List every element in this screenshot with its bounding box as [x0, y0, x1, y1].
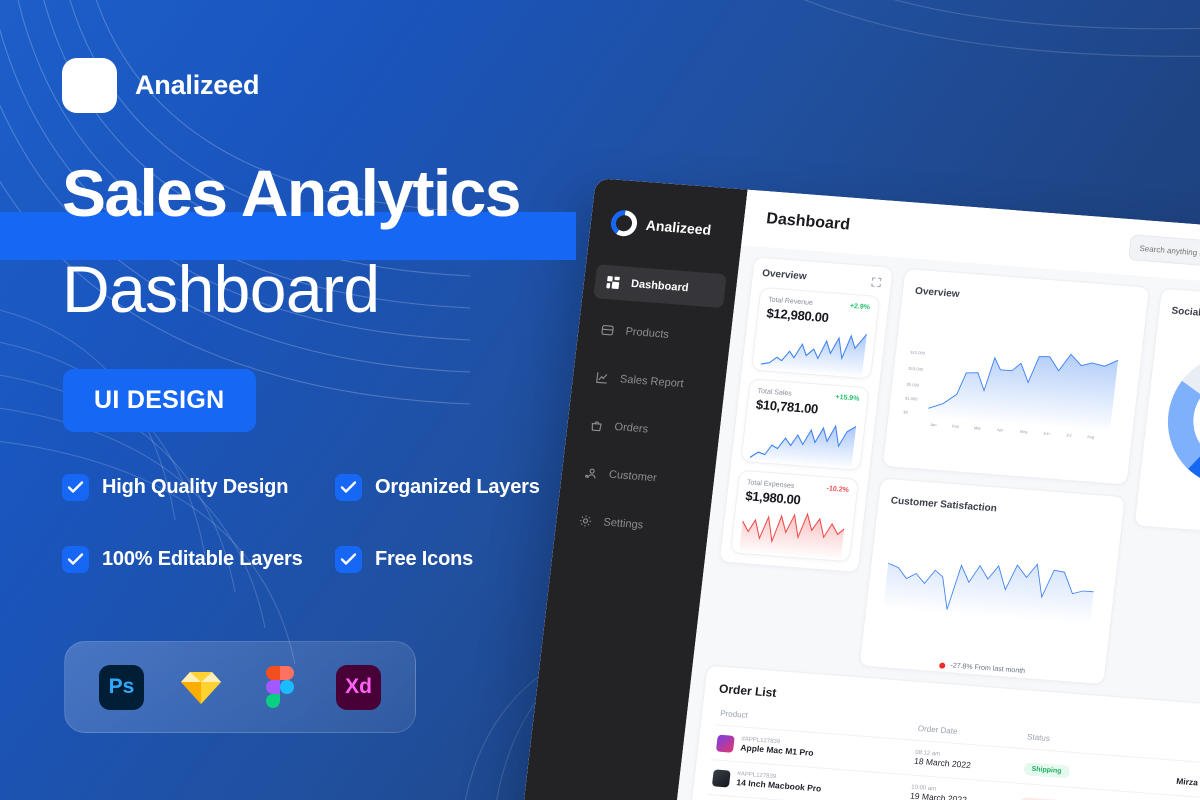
order-list-table: Product Order Date Status Customer — [702, 703, 1200, 800]
feature-item-editable-layers: 100% Editable Layers — [62, 546, 335, 573]
app-brand: Analizeed — [590, 178, 748, 245]
xtick-jun: Jun — [1043, 431, 1050, 436]
social-source-donut-chart — [1167, 352, 1200, 487]
headline-line-1: Sales Analytics — [62, 156, 521, 230]
stat-card-total-sales: Total Sales +15.9% $10,781.00 — [740, 378, 870, 471]
check-icon — [335, 546, 362, 573]
feature-item-high-quality-design: High Quality Design — [62, 474, 335, 501]
xtick-apr: Apr — [997, 427, 1005, 432]
status-badge: Shipping — [1022, 762, 1071, 779]
xtick-aug: Aug — [1087, 434, 1095, 440]
check-icon — [62, 474, 89, 501]
sparkline-total-revenue — [760, 333, 868, 378]
sidebar-item-dashboard[interactable]: Dashboard — [593, 264, 727, 309]
figma-icon — [257, 665, 302, 710]
feature-label: Organized Layers — [375, 476, 540, 498]
sidebar-item-label: Dashboard — [630, 277, 690, 295]
page-title: Dashboard — [765, 210, 851, 234]
overview-panel-title: Overview — [761, 268, 808, 283]
sidebar-item-label: Products — [624, 325, 670, 341]
stat-card-total-expenses: Total Expenses -10.2% $1,980.00 — [729, 469, 860, 563]
rounded-square-logo-icon — [62, 58, 117, 113]
stat-delta: -10.2% — [826, 485, 850, 495]
customer-satisfaction-chart — [882, 562, 1094, 626]
search-box[interactable] — [1128, 234, 1200, 276]
mockup-perspective-plane: Analizeed Dashboard Products Sales Repor… — [515, 178, 1200, 800]
check-icon — [62, 546, 89, 573]
photoshop-icon: Ps — [99, 664, 144, 710]
grid-icon — [606, 276, 620, 290]
footnote-text: -27.8% From last month — [950, 662, 1026, 676]
dashboard-grid: Overview Total Revenue +2.9% $12,980.00 … — [693, 245, 1200, 710]
feature-label: 100% Editable Layers — [102, 548, 303, 570]
headline: Sales Analytics Dashboard — [0, 156, 576, 326]
app-logo-icon — [609, 209, 639, 238]
legend-dot-icon — [939, 661, 946, 669]
product-thumbnail-icon — [711, 768, 731, 788]
feature-list: High Quality Design Organized Layers 100… — [62, 474, 540, 573]
sidebar-item-products[interactable]: Products — [588, 312, 722, 356]
charts-column: Overview $15,000 $10,000 $5,000 $1,000 $… — [858, 267, 1151, 686]
software-compatibility-panel: Ps Xd — [64, 641, 416, 733]
sidebar-item-label: Orders — [613, 421, 649, 436]
ytick-10000: $10,000 — [908, 366, 924, 372]
stat-label: Total Sales — [757, 387, 793, 398]
product-thumbnail-icon — [715, 734, 735, 753]
sidebar-item-label: Customer — [608, 468, 658, 485]
adobe-xd-icon: Xd — [336, 664, 381, 710]
expand-icon[interactable] — [870, 276, 882, 288]
stat-delta: +15.9% — [835, 393, 860, 403]
headline-highlight-wrap: Sales Analytics — [0, 156, 576, 260]
sketch-icon — [178, 665, 223, 710]
sidebar-item-label: Settings — [602, 516, 644, 532]
app-brand-name: Analizeed — [645, 216, 713, 238]
ytick-15000: $15,000 — [910, 350, 926, 356]
order-list-title: Order List — [718, 681, 778, 700]
sidebar-item-label: Sales Report — [619, 373, 685, 391]
headline-line-2: Dashboard — [62, 252, 380, 326]
feature-item-free-icons: Free Icons — [335, 546, 540, 573]
overview-chart-title: Overview — [914, 285, 961, 301]
app-content: Dashboard Overview — [667, 189, 1200, 800]
feature-label: Free Icons — [375, 548, 474, 570]
overview-panel-header: Overview — [761, 268, 882, 288]
app-window: Analizeed Dashboard Products Sales Repor… — [515, 178, 1200, 800]
stat-delta: +2.9% — [849, 302, 871, 312]
customer-satisfaction-card: Customer Satisfaction -27.8% From last m… — [858, 477, 1126, 686]
xtick-mar: Mar — [974, 425, 982, 431]
overview-area-chart: $15,000 $10,000 $5,000 $1,000 $0 Jan Feb… — [903, 350, 1119, 440]
xtick-feb: Feb — [952, 424, 960, 430]
ytick-1000: $1,000 — [905, 396, 919, 402]
feature-item-organized-layers: Organized Layers — [335, 474, 540, 501]
sparkline-total-sales — [749, 424, 857, 470]
brand-row: Analizeed — [62, 58, 259, 113]
box-icon — [601, 325, 614, 336]
feature-label: High Quality Design — [102, 476, 289, 498]
sparkline-total-expenses — [738, 512, 845, 561]
ytick-5000: $5,000 — [906, 382, 920, 388]
sidebar-item-sales-report[interactable]: Sales Report — [582, 360, 716, 404]
check-icon — [335, 474, 362, 501]
xtick-may: May — [1020, 429, 1029, 435]
search-input[interactable] — [1139, 243, 1200, 267]
ytick-0: $0 — [903, 409, 909, 414]
brand-name: Analizeed — [135, 70, 260, 100]
overview-panel: Overview Total Revenue +2.9% $12,980.00 … — [718, 256, 894, 574]
xtick-jan: Jan — [930, 422, 937, 427]
promo-panel: Analizeed Sales Analytics Dashboard UI D… — [0, 0, 600, 800]
ui-design-badge: UI DESIGN — [63, 369, 256, 432]
xtick-jul: Jul — [1066, 432, 1072, 437]
overview-chart-card: Overview $15,000 $10,000 $5,000 $1,000 $… — [881, 267, 1151, 486]
stat-card-total-revenue: Total Revenue +2.9% $12,980.00 — [750, 286, 881, 380]
